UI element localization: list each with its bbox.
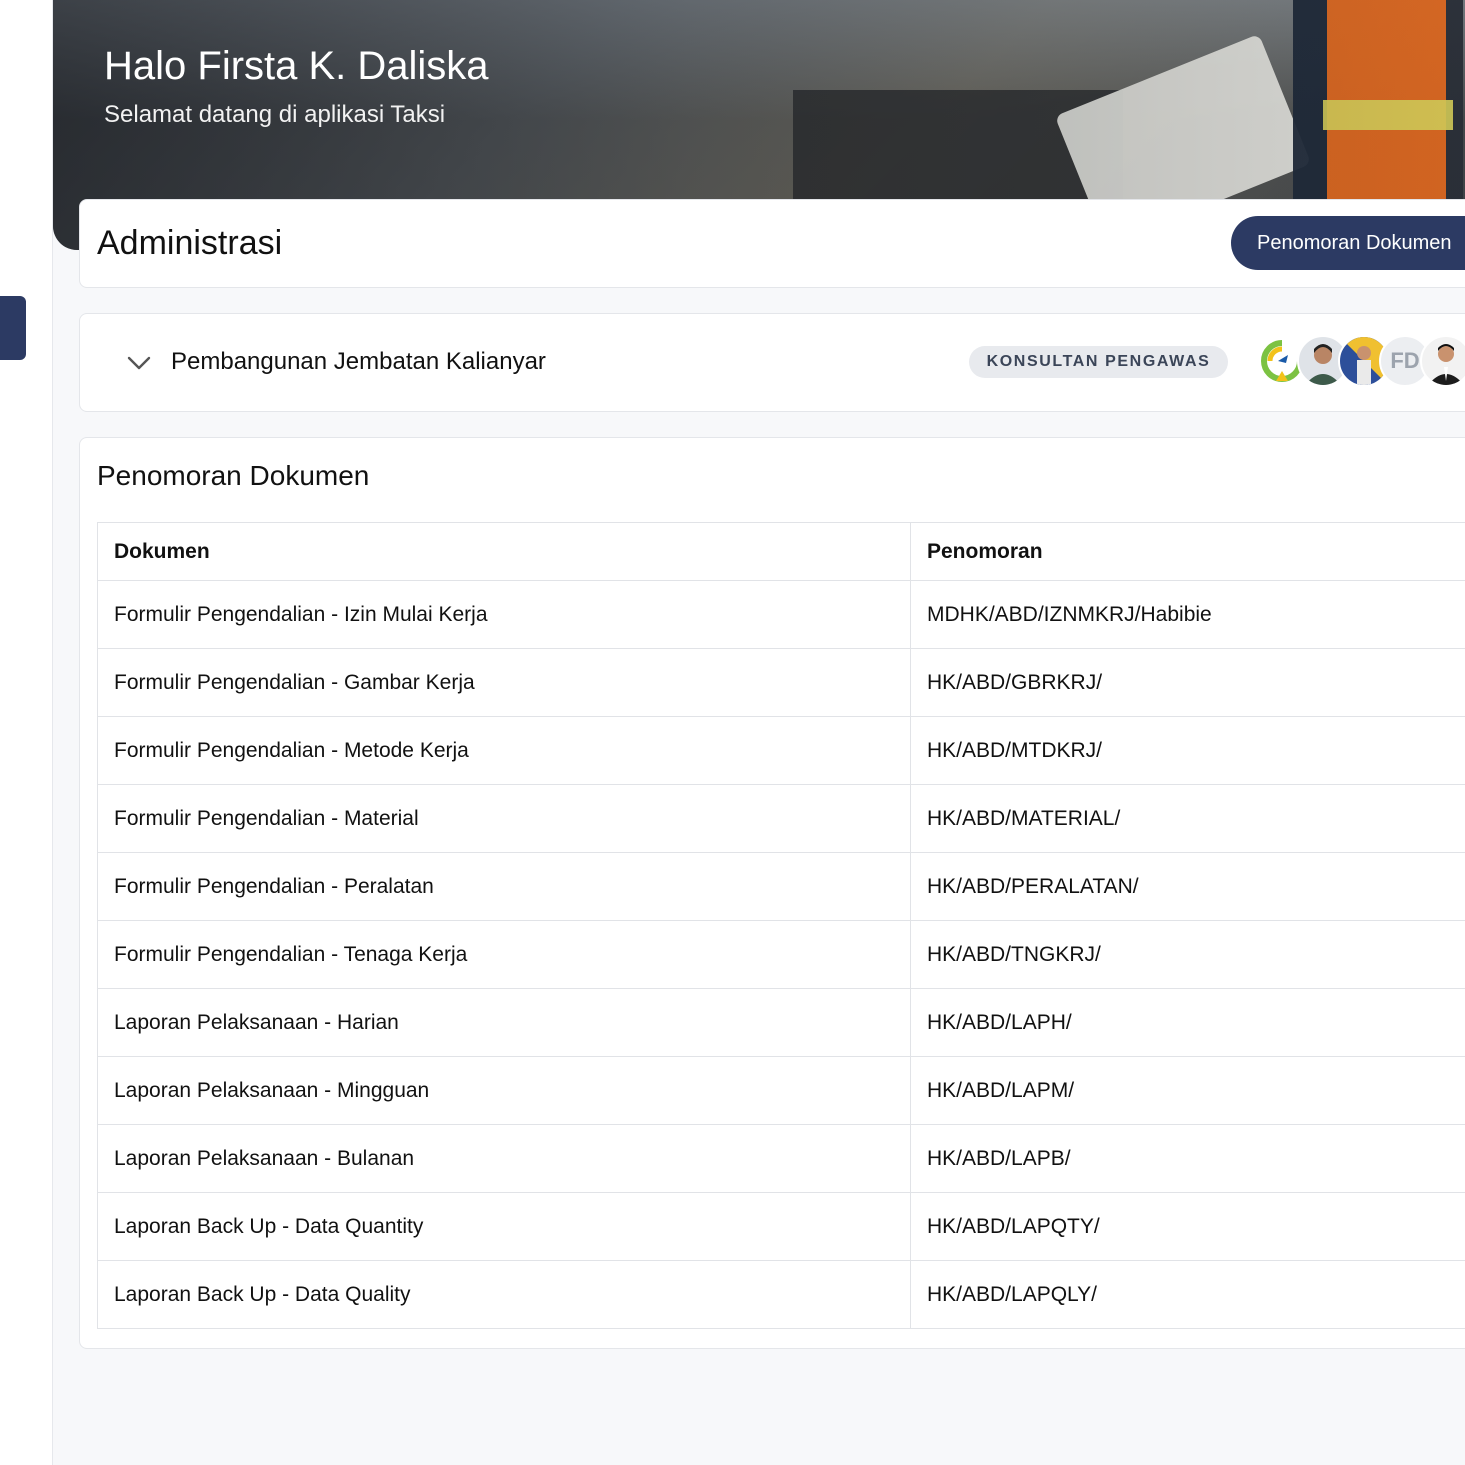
table-row: Laporan Pelaksanaan - Harian HK/ABD/LAPH/ [97,988,1465,1057]
table-header-row: Dokumen Penomoran [97,522,1465,581]
table-row: Formulir Pengendalian - Gambar Kerja HK/A… [97,648,1465,717]
document-numbering-card: Penomoran Dokumen Dokumen Penomoran Form… [79,437,1465,1349]
document-cell: Laporan Back Up - Data Quantity [97,1192,911,1261]
page-title: Administrasi [97,224,283,262]
numbering-cell: HK/ABD/LAPQLY/ [910,1260,1465,1329]
table-row: Laporan Back Up - Data Quantity HK/ABD/LA… [97,1192,1465,1261]
document-cell: Formulir Pengendalian - Gambar Kerja [97,648,911,717]
document-cell: Formulir Pengendalian - Metode Kerja [97,716,911,785]
chevron-down-icon[interactable] [126,350,152,376]
document-numbering-table: Dokumen Penomoran Formulir Pengendalian … [97,522,1465,1329]
table-row: Laporan Pelaksanaan - Bulanan HK/ABD/LAPB… [97,1124,1465,1193]
document-cell: Formulir Pengendalian - Material [97,784,911,853]
person-photo-icon [1428,344,1464,385]
project-card[interactable]: Pembangunan Jembatan Kalianyar KONSULTAN… [79,313,1465,412]
sidebar [0,0,53,1465]
avatar[interactable] [1420,335,1465,387]
numbering-cell: HK/ABD/PERALATAN/ [910,852,1465,921]
welcome-subtitle: Selamat datang di aplikasi Taksi [104,101,446,128]
admin-header-card: Administrasi Penomoran Dokumen [79,199,1465,288]
column-header-penomoran: Penomoran [910,522,1465,581]
table-row: Formulir Pengendalian - Peralatan HK/ABD/… [97,852,1465,921]
numbering-cell: HK/ABD/LAPB/ [910,1124,1465,1193]
numbering-cell: HK/ABD/GBRKRJ/ [910,648,1465,717]
table-row: Formulir Pengendalian - Metode Kerja HK/A… [97,716,1465,785]
document-cell: Formulir Pengendalian - Izin Mulai Kerja [97,580,911,649]
table-row: Formulir Pengendalian - Tenaga Kerja HK/A… [97,920,1465,989]
numbering-cell: HK/ABD/LAPH/ [910,988,1465,1057]
table-row: Formulir Pengendalian - Material HK/ABD/M… [97,784,1465,853]
numbering-cell: HK/ABD/MTDKRJ/ [910,716,1465,785]
document-cell: Laporan Pelaksanaan - Bulanan [97,1124,911,1193]
document-cell: Formulir Pengendalian - Tenaga Kerja [97,920,911,989]
document-cell: Formulir Pengendalian - Peralatan [97,852,911,921]
role-badge: KONSULTAN PENGAWAS [969,346,1228,378]
penomoran-dokumen-button[interactable]: Penomoran Dokumen [1231,216,1465,270]
table-row: Laporan Pelaksanaan - Mingguan HK/ABD/LAP… [97,1056,1465,1125]
table-row: Formulir Pengendalian - Izin Mulai Kerja… [97,580,1465,649]
section-title: Penomoran Dokumen [97,460,370,491]
numbering-cell: HK/ABD/LAPQTY/ [910,1192,1465,1261]
document-cell: Laporan Back Up - Data Quality [97,1260,911,1329]
document-cell: Laporan Pelaksanaan - Harian [97,988,911,1057]
greeting-title: Halo Firsta K. Daliska [104,44,489,88]
numbering-cell: MDHK/ABD/IZNMKRJ/Habibie [910,580,1465,649]
document-cell: Laporan Pelaksanaan - Mingguan [97,1056,911,1125]
sidebar-toggle-tab[interactable] [0,296,26,360]
numbering-cell: HK/ABD/TNGKRJ/ [910,920,1465,989]
column-header-dokumen: Dokumen [97,522,911,581]
table-row: Laporan Back Up - Data Quality HK/ABD/LAP… [97,1260,1465,1329]
numbering-cell: HK/ABD/MATERIAL/ [910,784,1465,853]
project-name: Pembangunan Jembatan Kalianyar [171,348,546,375]
numbering-cell: HK/ABD/LAPM/ [910,1056,1465,1125]
